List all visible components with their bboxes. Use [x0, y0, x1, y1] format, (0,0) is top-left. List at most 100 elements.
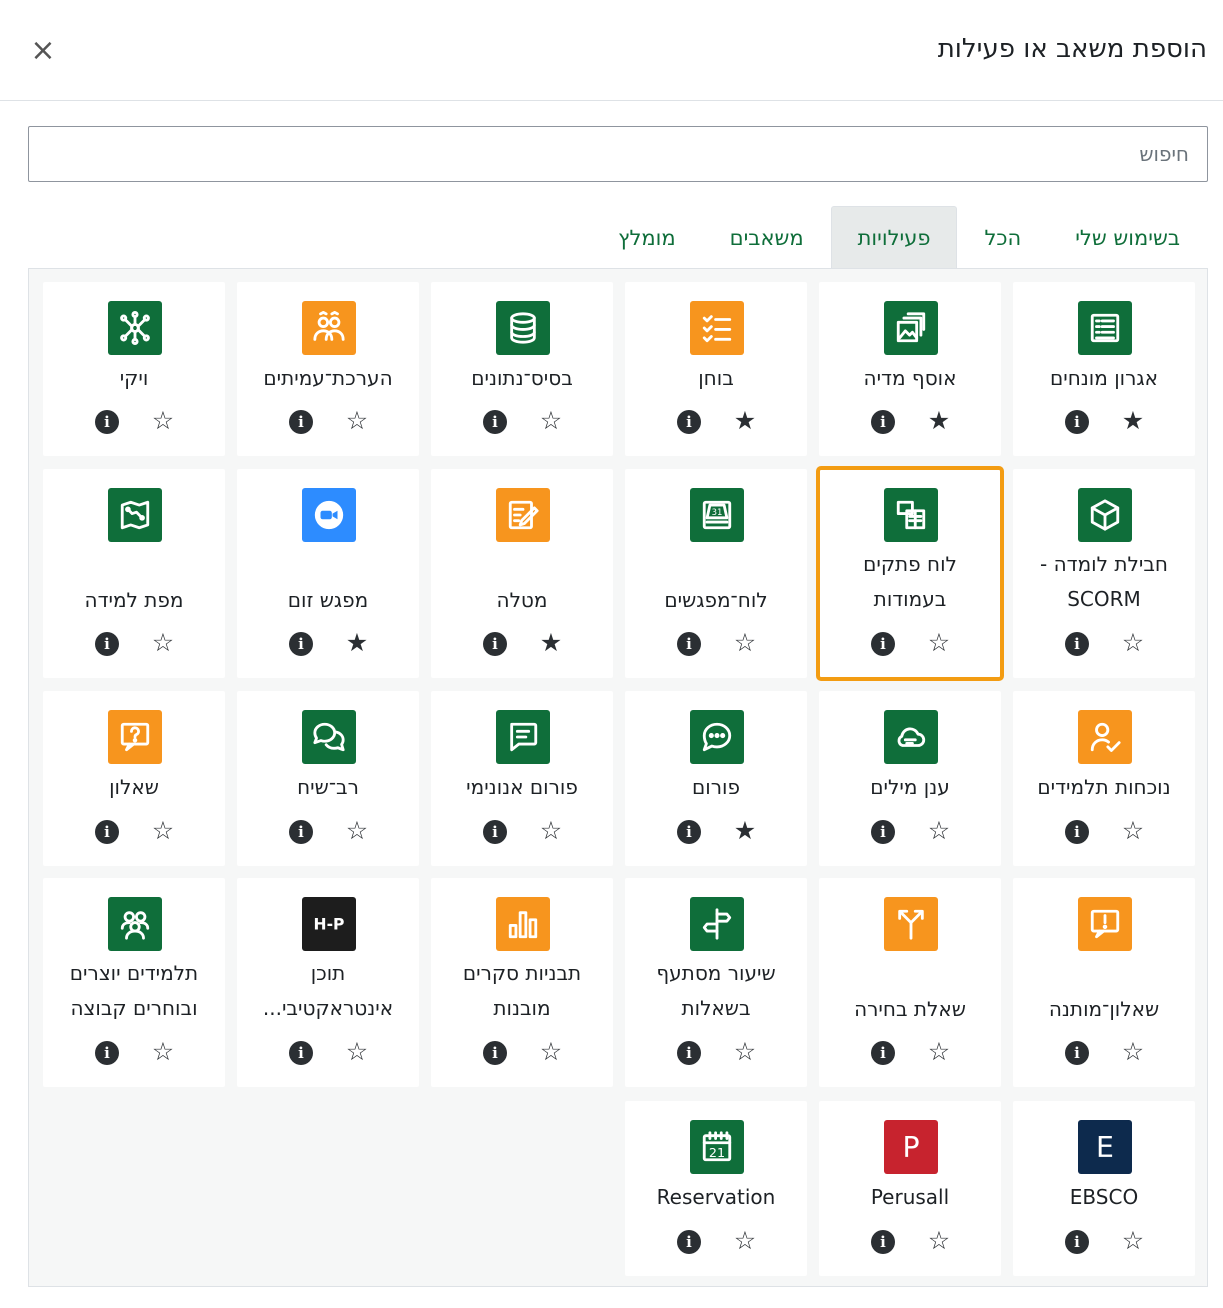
- star-outline-icon[interactable]: ☆: [730, 628, 760, 658]
- tab-recent[interactable]: בשימוש שלי: [1048, 206, 1207, 269]
- info-icon[interactable]: i: [289, 410, 313, 434]
- info-icon[interactable]: i: [483, 632, 507, 656]
- module-card[interactable]: ענן מילים i ☆: [819, 691, 1001, 866]
- star-outline-icon[interactable]: ☆: [1118, 1037, 1148, 1067]
- star-filled-icon[interactable]: ★: [1118, 406, 1148, 436]
- module-card[interactable]: רב־שיח i ☆: [237, 691, 419, 866]
- star-outline-icon[interactable]: ☆: [536, 816, 566, 846]
- list-icon: [1078, 301, 1132, 355]
- star-outline-icon[interactable]: ☆: [342, 816, 372, 846]
- tab-recommended[interactable]: מומלץ: [591, 206, 703, 269]
- module-card[interactable]: אוסף מדיה i ★: [819, 282, 1001, 456]
- info-icon[interactable]: i: [483, 820, 507, 844]
- info-icon[interactable]: i: [289, 632, 313, 656]
- info-icon[interactable]: i: [1065, 632, 1089, 656]
- star-filled-icon[interactable]: ★: [730, 816, 760, 846]
- module-card[interactable]: פורום אנונימי i ☆: [431, 691, 613, 866]
- module-card[interactable]: מפת למידה i ☆: [43, 469, 225, 678]
- star-outline-icon[interactable]: ☆: [148, 1037, 178, 1067]
- module-card[interactable]: שיעור מסתעף בשאלות i ☆: [625, 878, 807, 1087]
- star-outline-icon[interactable]: ☆: [148, 628, 178, 658]
- info-icon[interactable]: i: [677, 820, 701, 844]
- info-icon[interactable]: i: [871, 1230, 895, 1254]
- module-card[interactable]: אגרון מונחים i ★: [1013, 282, 1195, 456]
- module-card[interactable]: מפגש זום i ★: [237, 469, 419, 678]
- info-icon[interactable]: i: [871, 820, 895, 844]
- module-card[interactable]: E EBSCO i ☆: [1013, 1101, 1195, 1276]
- module-card[interactable]: נוכחות תלמידים i ☆: [1013, 691, 1195, 866]
- module-card[interactable]: שאלת בחירה i ☆: [819, 878, 1001, 1087]
- info-icon[interactable]: i: [289, 1041, 313, 1065]
- module-card[interactable]: בסיס־נתונים i ☆: [431, 282, 613, 456]
- module-name: אוסף מדיה: [863, 366, 957, 390]
- module-card[interactable]: P Perusall i ☆: [819, 1101, 1001, 1276]
- signpost-icon: [690, 897, 744, 951]
- module-card[interactable]: שאלון i ☆: [43, 691, 225, 866]
- module-card[interactable]: פורום i ★: [625, 691, 807, 866]
- info-icon[interactable]: i: [483, 410, 507, 434]
- module-name: שאלון: [109, 775, 159, 799]
- star-outline-icon[interactable]: ☆: [924, 1226, 954, 1256]
- star-outline-icon[interactable]: ☆: [342, 1037, 372, 1067]
- module-card[interactable]: תלמידים יוצרים ובוחרים קבוצה i ☆: [43, 878, 225, 1087]
- info-icon[interactable]: i: [871, 632, 895, 656]
- info-icon[interactable]: i: [871, 410, 895, 434]
- module-card[interactable]: חבילת לומדה - SCORM i ☆: [1013, 469, 1195, 678]
- info-icon[interactable]: i: [289, 820, 313, 844]
- module-card[interactable]: 21 Reservation i ☆: [625, 1101, 807, 1276]
- module-card[interactable]: תבניות סקרים מובנות i ☆: [431, 878, 613, 1087]
- star-outline-icon[interactable]: ☆: [1118, 816, 1148, 846]
- module-card[interactable]: H-P תוכן אינטראקטיבי... i ☆: [237, 878, 419, 1087]
- info-icon[interactable]: i: [677, 410, 701, 434]
- info-icon[interactable]: i: [677, 632, 701, 656]
- star-outline-icon[interactable]: ☆: [536, 406, 566, 436]
- tab-activities[interactable]: פעילויות: [830, 206, 958, 269]
- info-icon[interactable]: i: [95, 410, 119, 434]
- module-actions: i ☆: [1013, 628, 1195, 662]
- module-card[interactable]: הערכת־עמיתים i ☆: [237, 282, 419, 456]
- info-icon[interactable]: i: [871, 1041, 895, 1065]
- tab-all[interactable]: הכל: [957, 206, 1048, 269]
- star-filled-icon[interactable]: ★: [730, 406, 760, 436]
- modules-panel: אגרון מונחים i ★ אוסף מדיה i ★ בוחן i ★ בסיס־נתונ…: [28, 268, 1208, 1287]
- star-outline-icon[interactable]: ☆: [148, 816, 178, 846]
- search-input[interactable]: [28, 126, 1208, 182]
- info-icon[interactable]: i: [1065, 1230, 1089, 1254]
- info-icon[interactable]: i: [677, 1041, 701, 1065]
- star-outline-icon[interactable]: ☆: [1118, 628, 1148, 658]
- module-name: נוכחות תלמידים: [1037, 775, 1171, 799]
- module-card[interactable]: 31 לוח־מפגשים i ☆: [625, 469, 807, 678]
- module-card[interactable]: שאלון־מותנה i ☆: [1013, 878, 1195, 1087]
- info-icon[interactable]: i: [95, 820, 119, 844]
- star-outline-icon[interactable]: ☆: [148, 406, 178, 436]
- info-icon[interactable]: i: [95, 632, 119, 656]
- star-filled-icon[interactable]: ★: [536, 628, 566, 658]
- module-card[interactable]: לוח פתקים בעמודות i ☆: [816, 466, 1004, 681]
- close-button[interactable]: ×: [28, 36, 58, 66]
- star-filled-icon[interactable]: ★: [924, 406, 954, 436]
- star-outline-icon[interactable]: ☆: [536, 1037, 566, 1067]
- info-icon[interactable]: i: [483, 1041, 507, 1065]
- tab-resources[interactable]: משאבים: [703, 206, 831, 269]
- info-icon[interactable]: i: [1065, 1041, 1089, 1065]
- star-outline-icon[interactable]: ☆: [924, 816, 954, 846]
- module-actions: i ☆: [819, 1226, 1001, 1260]
- info-icon[interactable]: i: [1065, 820, 1089, 844]
- star-outline-icon[interactable]: ☆: [730, 1226, 760, 1256]
- star-outline-icon[interactable]: ☆: [730, 1037, 760, 1067]
- module-card[interactable]: ויקי i ☆: [43, 282, 225, 456]
- info-icon[interactable]: i: [1065, 410, 1089, 434]
- star-outline-icon[interactable]: ☆: [924, 1037, 954, 1067]
- module-actions: i ★: [819, 406, 1001, 440]
- star-outline-icon[interactable]: ☆: [924, 628, 954, 658]
- star-outline-icon[interactable]: ☆: [1118, 1226, 1148, 1256]
- module-actions: i ☆: [819, 1037, 1001, 1071]
- star-outline-icon[interactable]: ☆: [342, 406, 372, 436]
- module-card[interactable]: בוחן i ★: [625, 282, 807, 456]
- peer-review-icon: [302, 301, 356, 355]
- module-card[interactable]: מטלה i ★: [431, 469, 613, 678]
- star-filled-icon[interactable]: ★: [342, 628, 372, 658]
- info-icon[interactable]: i: [677, 1230, 701, 1254]
- info-icon[interactable]: i: [95, 1041, 119, 1065]
- module-actions: i ☆: [625, 628, 807, 662]
